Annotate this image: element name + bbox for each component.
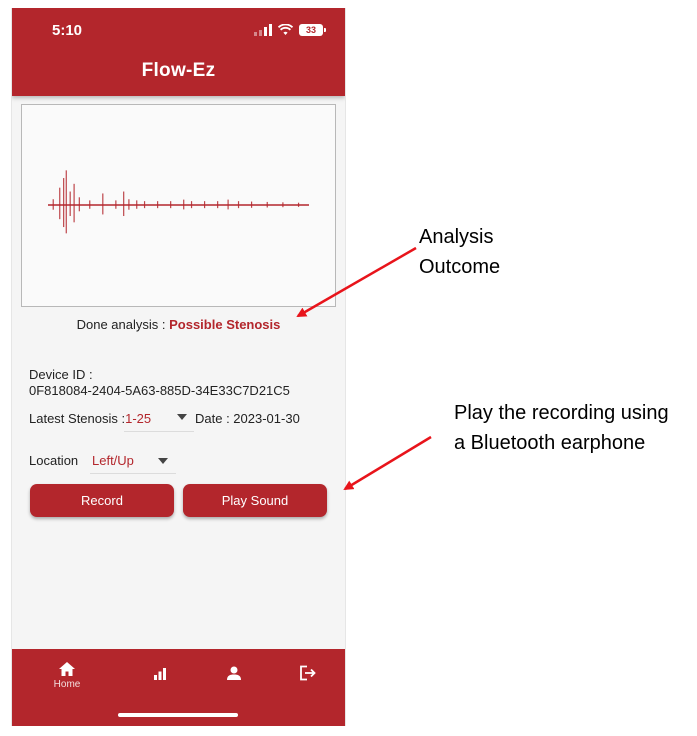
outcome-annotation-line2: Outcome: [419, 256, 501, 278]
outcome-annotation: Analysis Outcome: [419, 222, 500, 282]
outcome-arrow: [296, 246, 417, 318]
play-arrow: [343, 435, 432, 491]
outcome-annotation-line1: Analysis: [419, 226, 494, 248]
play-annotation-line1: Play the recording using: [454, 402, 669, 424]
play-annotation-line2: a Bluetooth earphone: [454, 432, 646, 454]
annotation-arrows: [296, 246, 432, 491]
play-annotation: Play the recording using a Bluetooth ear…: [454, 398, 669, 458]
